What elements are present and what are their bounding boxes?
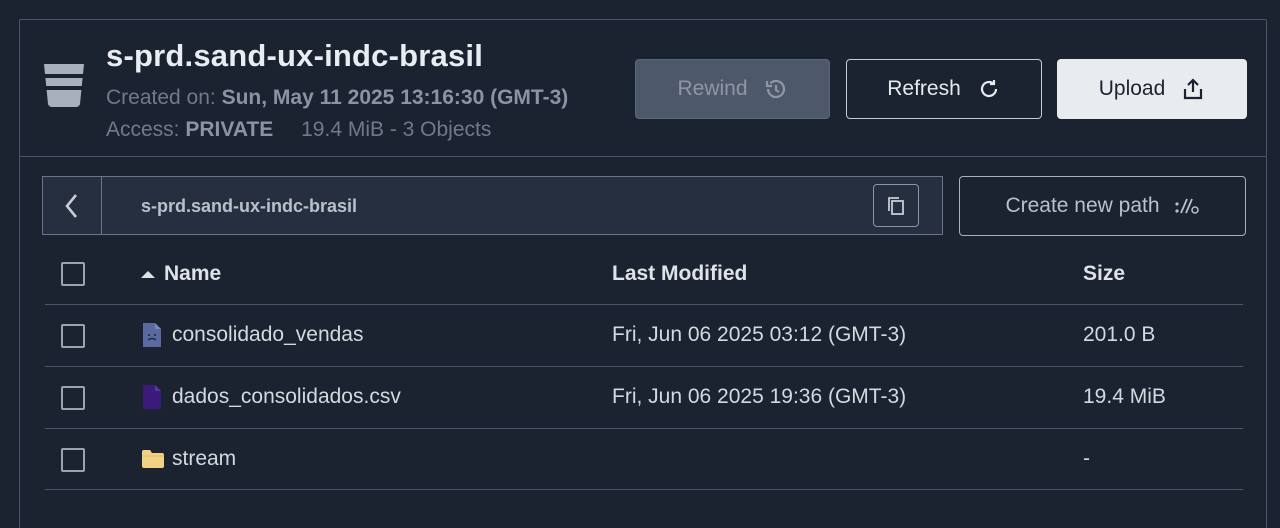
chevron-left-icon xyxy=(65,193,78,218)
row-name[interactable]: dados_consolidados.csv xyxy=(172,385,401,409)
row-size: 19.4 MiB xyxy=(1083,385,1166,408)
divider xyxy=(45,366,1243,367)
refresh-button[interactable]: Refresh xyxy=(846,59,1042,119)
create-new-path-label: Create new path xyxy=(1005,194,1160,217)
row-name[interactable]: stream xyxy=(172,447,236,471)
bucket-icon xyxy=(44,64,84,107)
new-path-icon xyxy=(1174,198,1199,214)
history-icon xyxy=(765,79,785,99)
bucket-header: s-prd.sand-ux-indc-brasil Created on: Su… xyxy=(19,19,1267,157)
refresh-label: Refresh xyxy=(887,77,961,100)
copy-icon xyxy=(888,196,904,215)
upload-icon xyxy=(1184,78,1203,100)
access-value: PRIVATE xyxy=(185,118,274,141)
row-modified: Fri, Jun 06 2025 19:36 (GMT-3) xyxy=(612,385,907,408)
row-size: - xyxy=(1083,447,1090,470)
column-header-name[interactable]: Name xyxy=(140,262,221,286)
column-header-size[interactable]: Size xyxy=(1083,262,1125,286)
divider xyxy=(45,428,1243,429)
upload-label: Upload xyxy=(1098,77,1166,100)
folder-icon xyxy=(142,450,164,468)
bucket-title: s-prd.sand-ux-indc-brasil xyxy=(106,38,484,73)
column-name-label: Name xyxy=(164,262,222,285)
rewind-button[interactable]: Rewind xyxy=(635,59,830,119)
file-icon xyxy=(143,323,161,347)
row-checkbox[interactable] xyxy=(61,448,85,472)
created-label: Created on: xyxy=(106,86,216,109)
rewind-label: Rewind xyxy=(677,77,748,100)
csv-file-icon xyxy=(143,385,161,409)
back-button[interactable] xyxy=(43,177,102,234)
create-new-path-button[interactable]: Create new path xyxy=(959,176,1246,236)
bucket-summary: 19.4 MiB - 3 Objects xyxy=(301,118,492,141)
row-checkbox[interactable] xyxy=(61,386,85,410)
row-size: 201.0 B xyxy=(1083,323,1156,346)
row-checkbox[interactable] xyxy=(61,324,85,348)
select-all-checkbox[interactable] xyxy=(61,262,85,286)
sort-ascending-icon xyxy=(141,271,155,279)
upload-button[interactable]: Upload xyxy=(1057,59,1247,119)
row-name[interactable]: consolidado_vendas xyxy=(172,323,363,347)
access-label: Access: xyxy=(106,118,180,141)
breadcrumb-path[interactable]: s-prd.sand-ux-indc-brasil xyxy=(141,196,357,217)
created-value: Sun, May 11 2025 13:16:30 (GMT-3) xyxy=(221,86,569,109)
column-header-modified[interactable]: Last Modified xyxy=(612,262,747,286)
breadcrumb: s-prd.sand-ux-indc-brasil xyxy=(42,176,943,235)
divider xyxy=(45,489,1243,490)
divider xyxy=(45,304,1243,305)
copy-path-button[interactable] xyxy=(873,184,919,227)
bucket-meta: Created on: Sun, May 11 2025 13:16:30 (G… xyxy=(106,82,606,146)
refresh-icon xyxy=(980,80,997,98)
row-modified: Fri, Jun 06 2025 03:12 (GMT-3) xyxy=(612,323,907,346)
